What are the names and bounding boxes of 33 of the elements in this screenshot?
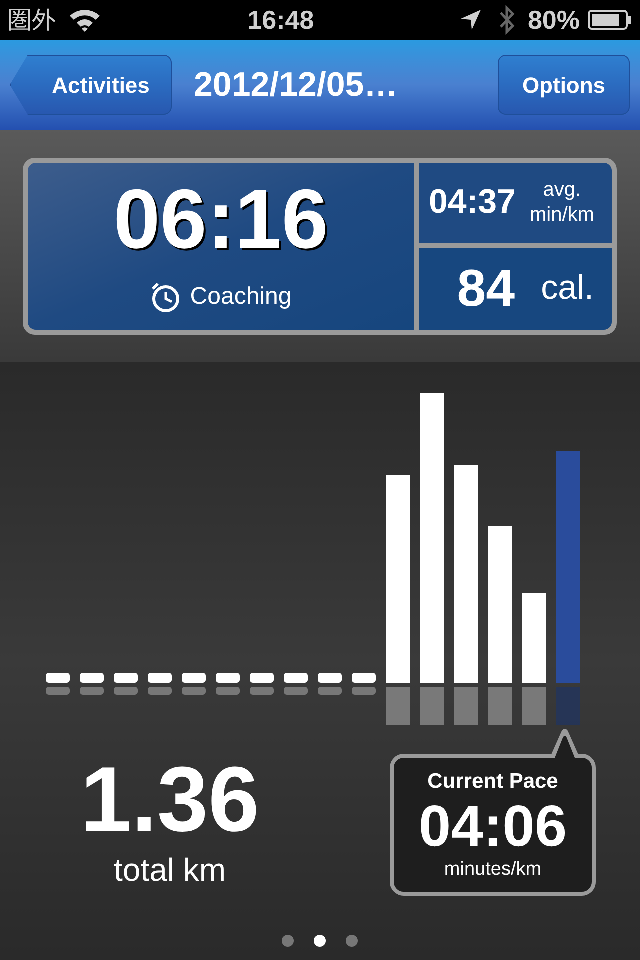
empty-pace-marker xyxy=(352,673,376,695)
empty-pace-marker xyxy=(182,673,206,695)
empty-pace-marker xyxy=(114,673,138,695)
current-pace-value: 04:06 xyxy=(418,798,568,856)
distance-value: 1.36 xyxy=(80,754,260,846)
bluetooth-icon xyxy=(498,4,516,36)
empty-pace-marker xyxy=(148,673,172,695)
average-pace-value: 04:37 xyxy=(429,182,516,223)
clock-text: 16:48 xyxy=(248,4,314,36)
coaching-label: Coaching xyxy=(190,282,292,312)
options-button[interactable]: Options xyxy=(498,55,630,115)
empty-pace-marker xyxy=(46,673,70,695)
average-label: avg. xyxy=(543,178,582,202)
empty-pace-marker xyxy=(216,673,240,695)
calories-value: 84 xyxy=(457,258,516,320)
empty-pace-marker xyxy=(284,673,308,695)
empty-pace-marker xyxy=(318,673,342,695)
battery-percent-text: 80% xyxy=(528,4,580,36)
distance-unit: total km xyxy=(114,851,226,890)
current-pace-unit: minutes/km xyxy=(444,858,542,882)
carrier-text: 圏外 xyxy=(8,5,56,36)
battery-icon xyxy=(588,9,632,31)
current-pace-title: Current Pace xyxy=(428,769,558,795)
empty-pace-marker xyxy=(80,673,104,695)
location-arrow-icon xyxy=(460,9,482,31)
wifi-icon xyxy=(68,7,102,33)
screen-title: 2012/12/05… xyxy=(194,64,400,106)
calories-unit: cal. xyxy=(541,268,594,309)
duration-value: 06:16 xyxy=(114,177,328,261)
alarm-clock-icon xyxy=(150,281,182,313)
empty-pace-marker xyxy=(250,673,274,695)
pace-unit-label: min/km xyxy=(530,202,594,228)
back-button[interactable]: Activities xyxy=(10,55,172,115)
